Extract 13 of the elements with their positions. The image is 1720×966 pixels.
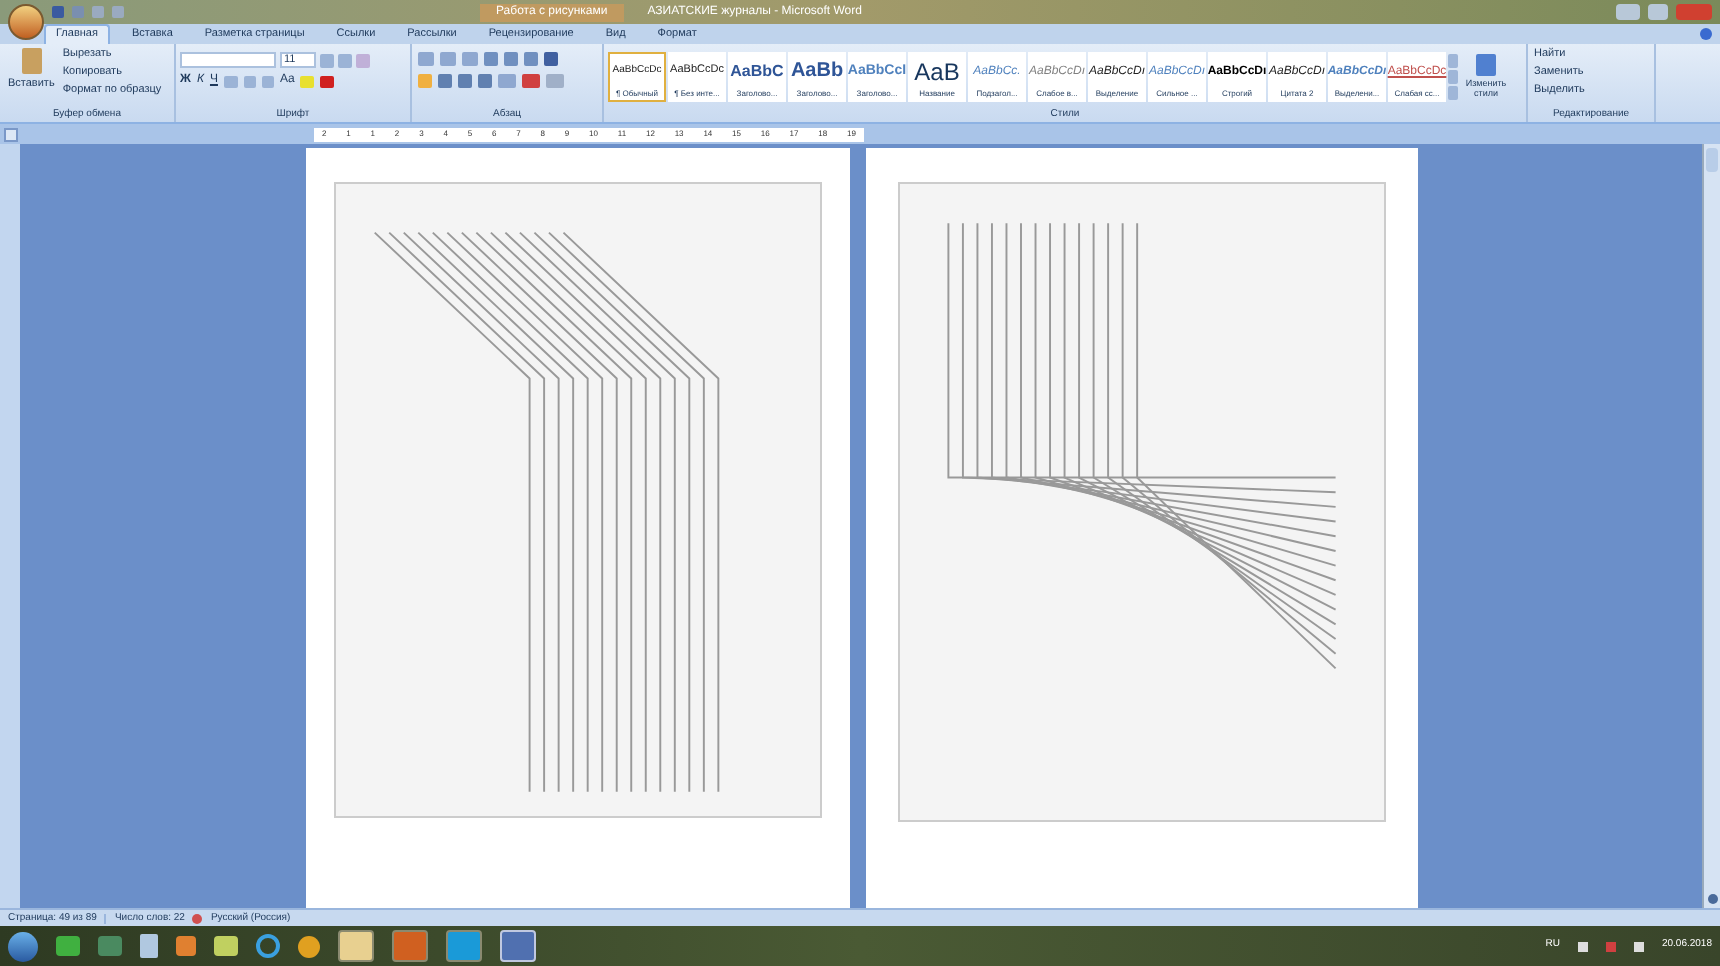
- app-icon[interactable]: [176, 936, 196, 956]
- vertical-scrollbar[interactable]: [1702, 144, 1720, 908]
- app-icon[interactable]: [214, 936, 238, 956]
- minimize-button[interactable]: [1616, 4, 1640, 20]
- start-button[interactable]: [8, 931, 38, 961]
- font-name-field[interactable]: [180, 52, 276, 68]
- maximize-button[interactable]: [1648, 4, 1668, 20]
- app-icon[interactable]: [98, 936, 122, 956]
- app-icon[interactable]: [298, 935, 320, 957]
- scroll-thumb[interactable]: [1706, 148, 1718, 172]
- app-icon[interactable]: [56, 936, 80, 956]
- help-icon[interactable]: [1700, 28, 1712, 40]
- office-button[interactable]: [8, 4, 44, 40]
